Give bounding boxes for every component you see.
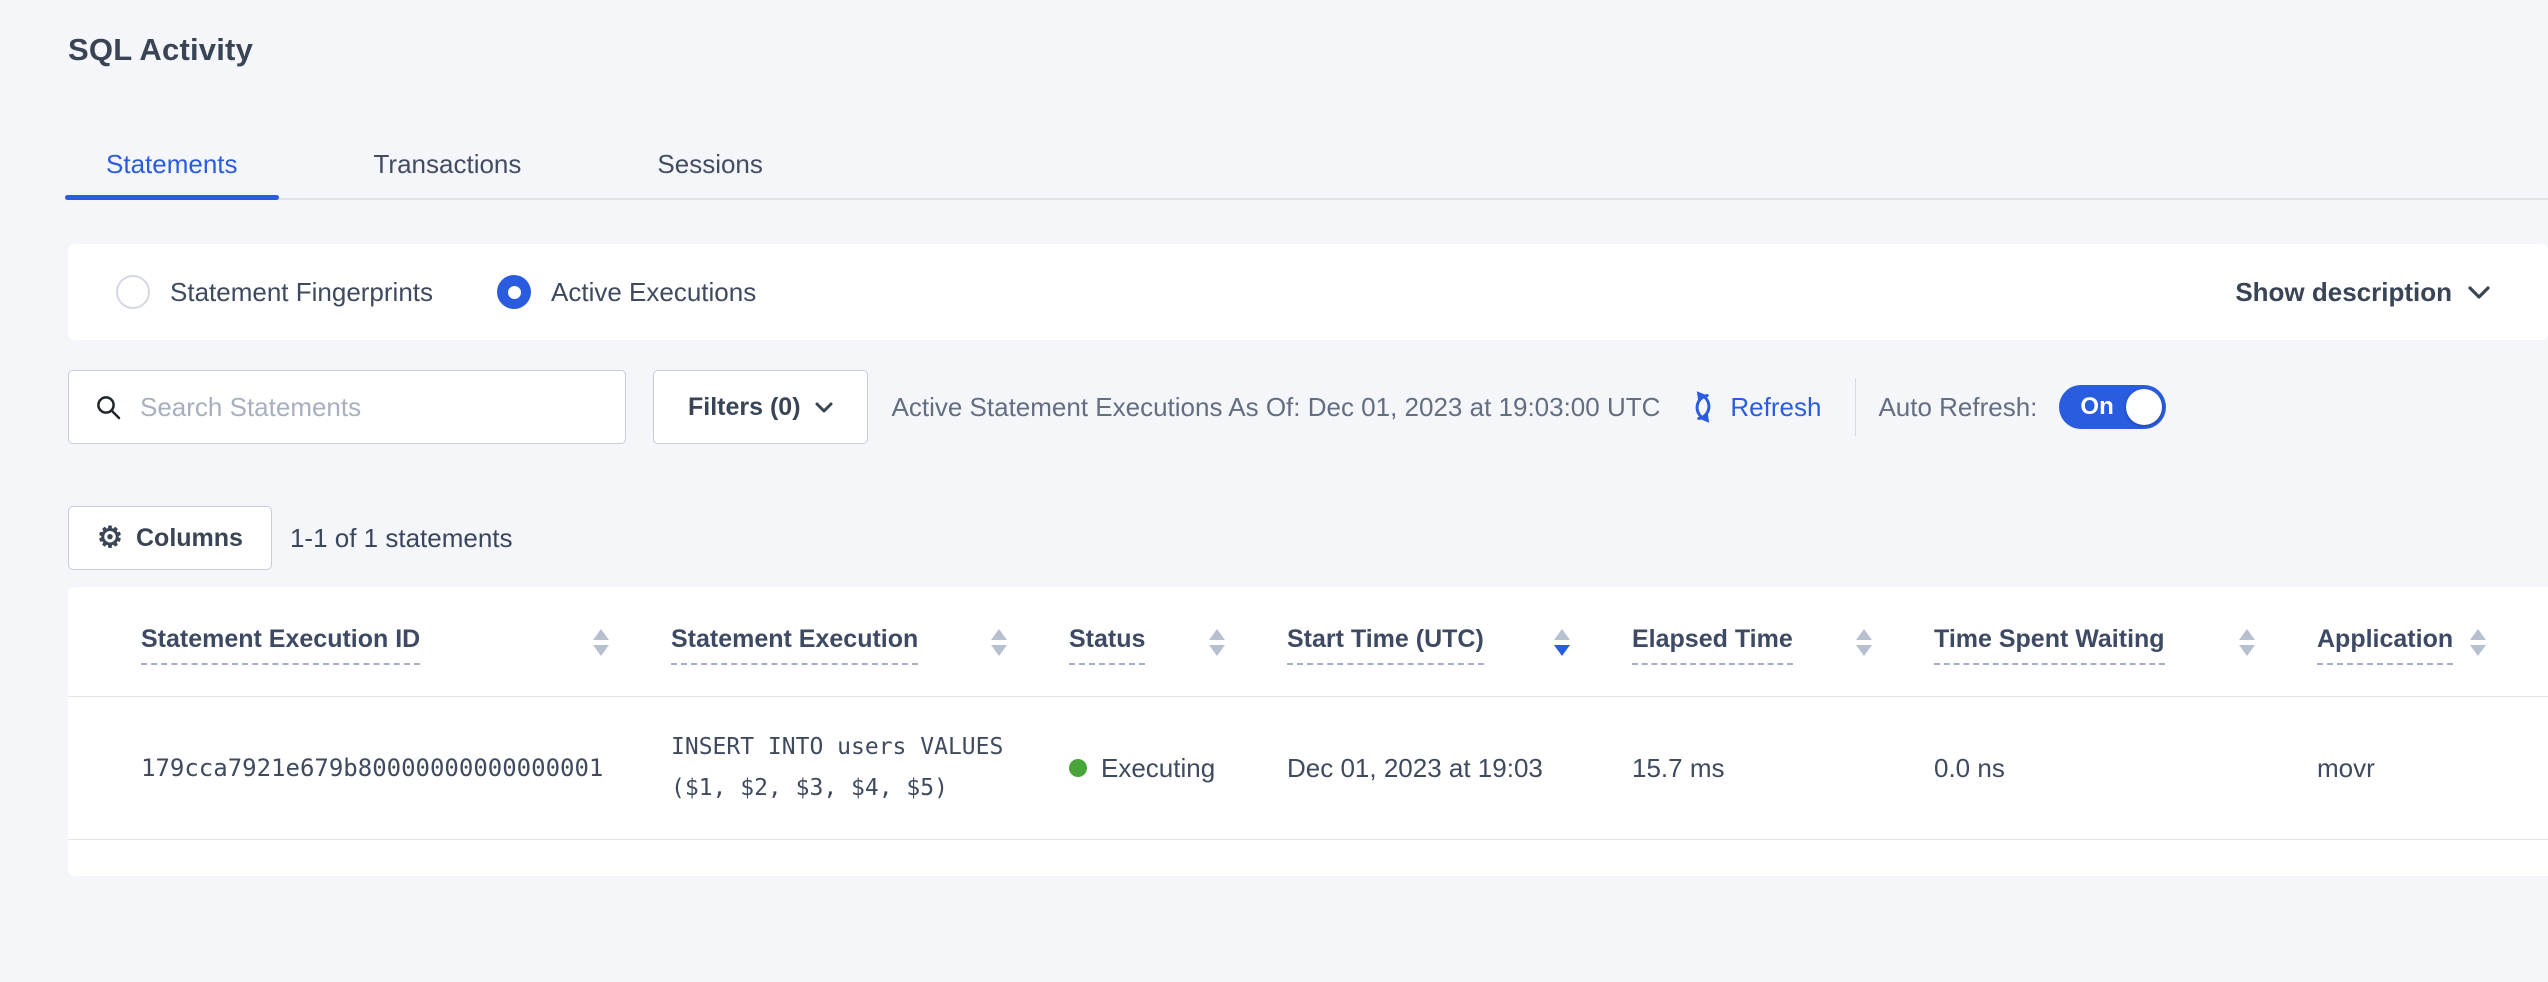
columns-label: Columns (136, 524, 243, 553)
cell-time-spent-waiting: 0.0 ns (1934, 753, 2317, 784)
view-mode-radio-group: Statement Fingerprints Active Executions (116, 275, 756, 309)
sort-icon[interactable] (2470, 629, 2486, 656)
columns-button[interactable]: ⚙ Columns (68, 506, 272, 570)
cell-status: Executing (1069, 753, 1287, 784)
cell-elapsed-time: 15.7 ms (1632, 753, 1934, 784)
filters-label: Filters (0) (688, 393, 801, 422)
show-description-toggle[interactable]: Show description (2235, 277, 2490, 308)
column-header-time-spent-waiting[interactable]: Time Spent Waiting (1934, 625, 2317, 696)
radio-active-executions[interactable]: Active Executions (497, 275, 756, 309)
column-header-statement-execution-id[interactable]: Statement Execution ID (141, 625, 671, 696)
sort-icon[interactable] (593, 629, 609, 656)
sort-icon[interactable] (1209, 629, 1225, 656)
table-toolbar: ⚙ Columns 1-1 of 1 statements (68, 506, 2548, 570)
statements-table: Statement Execution ID Statement Executi… (68, 587, 2548, 876)
status-executing-dot-icon (1069, 759, 1087, 777)
radio-label: Active Executions (551, 277, 756, 308)
cell-start-time: Dec 01, 2023 at 19:03 (1287, 753, 1632, 784)
page-title: SQL Activity (0, 0, 2548, 68)
chevron-down-icon (815, 402, 833, 413)
column-header-application[interactable]: Application (2317, 625, 2548, 696)
search-icon (95, 394, 122, 421)
vertical-divider (1855, 378, 1856, 436)
radio-unselected-icon[interactable] (116, 275, 150, 309)
refresh-label: Refresh (1730, 392, 1821, 423)
gear-icon: ⚙ (97, 524, 123, 553)
result-count: 1-1 of 1 statements (290, 523, 513, 554)
sort-icon[interactable] (2239, 629, 2255, 656)
show-description-label: Show description (2235, 277, 2452, 308)
tab-bar: Statements Transactions Sessions (65, 134, 2548, 200)
controls-row: Filters (0) Active Statement Executions … (68, 369, 2548, 445)
sort-icon[interactable] (1856, 629, 1872, 656)
refresh-icon (1686, 390, 1720, 424)
toggle-knob[interactable] (2126, 389, 2162, 425)
cell-application: movr (2317, 753, 2548, 784)
search-input[interactable] (140, 392, 605, 423)
auto-refresh-label: Auto Refresh: (1878, 392, 2037, 423)
radio-statement-fingerprints[interactable]: Statement Fingerprints (116, 275, 433, 309)
search-box[interactable] (68, 370, 626, 444)
column-header-status[interactable]: Status (1069, 625, 1287, 696)
radio-label: Statement Fingerprints (170, 277, 433, 308)
column-header-elapsed-time[interactable]: Elapsed Time (1632, 625, 1934, 696)
column-header-start-time[interactable]: Start Time (UTC) (1287, 625, 1632, 696)
chevron-down-icon (2468, 286, 2490, 299)
tab-statements[interactable]: Statements (65, 134, 279, 198)
sort-icon[interactable] (991, 629, 1007, 656)
status-label: Executing (1101, 753, 1215, 784)
filters-button[interactable]: Filters (0) (653, 370, 868, 444)
sql-activity-page: SQL Activity Statements Transactions Ses… (0, 0, 2548, 982)
cell-statement-execution[interactable]: INSERT INTO users VALUES ($1, $2, $3, $4… (671, 727, 1069, 809)
table-header-row: Statement Execution ID Statement Executi… (68, 587, 2548, 697)
column-header-statement-execution[interactable]: Statement Execution (671, 625, 1069, 696)
radio-selected-icon[interactable] (497, 275, 531, 309)
tab-sessions[interactable]: Sessions (616, 134, 804, 198)
view-mode-card: Statement Fingerprints Active Executions… (68, 244, 2548, 340)
refresh-button[interactable]: Refresh (1686, 390, 1821, 424)
toggle-state-label: On (2080, 393, 2113, 421)
auto-refresh-toggle[interactable]: On (2059, 385, 2166, 429)
table-row[interactable]: 179cca7921e679b80000000000000001 INSERT … (68, 697, 2548, 840)
sort-icon-active-desc[interactable] (1554, 629, 1570, 656)
tab-transactions[interactable]: Transactions (333, 134, 563, 198)
cell-execution-id[interactable]: 179cca7921e679b80000000000000001 (141, 754, 671, 782)
as-of-timestamp: Active Statement Executions As Of: Dec 0… (892, 392, 1661, 423)
